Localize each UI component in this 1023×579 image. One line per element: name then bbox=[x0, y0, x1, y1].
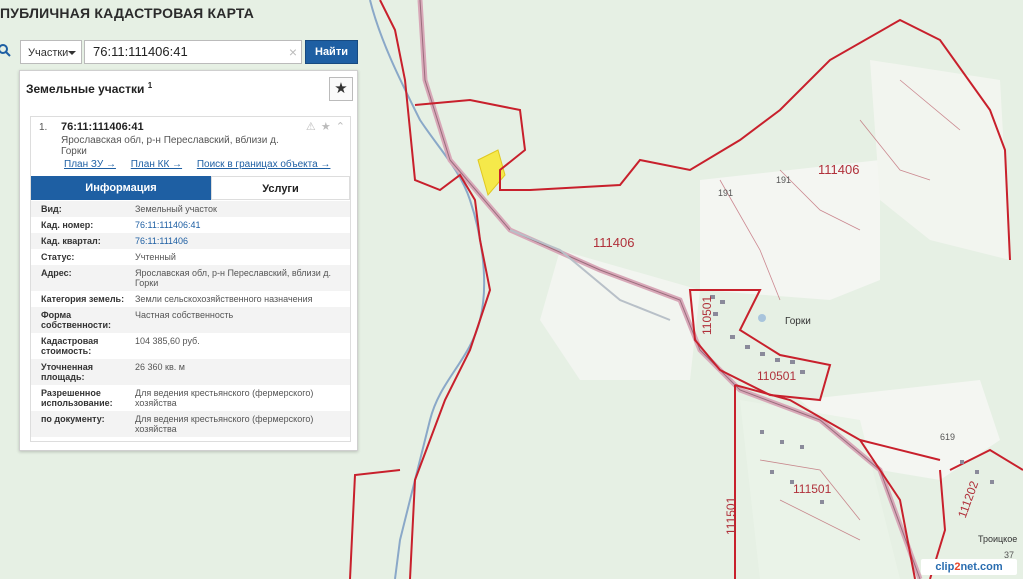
plan-kk-link[interactable]: План КК → bbox=[131, 159, 182, 170]
info-row: Разрешенное использование: Для ведения кр… bbox=[31, 385, 350, 411]
info-row: Кад. номер: 76:11:111406:41 bbox=[31, 217, 350, 233]
info-value-link[interactable]: 76:11:111406:41 bbox=[135, 220, 345, 230]
info-row: Вид: Земельный участок bbox=[31, 201, 350, 217]
panel-title: Земельные участки 1 bbox=[26, 81, 152, 96]
star-icon: ★ bbox=[334, 80, 348, 97]
results-panel: Земельные участки 1 ★ 1. 76:11:111406:41… bbox=[19, 70, 358, 451]
info-value: Земельный участок bbox=[135, 204, 217, 214]
info-value: Для ведения крестьянского (фермерского) … bbox=[135, 414, 314, 434]
info-row: по документу: Для ведения крестьянского (… bbox=[31, 411, 350, 437]
info-row: Категория земель: Земли сельскохозяйствен… bbox=[31, 291, 350, 307]
info-row: Кадастровая стоимость: 104 385,60 руб. bbox=[31, 333, 350, 359]
info-row: Адрес: Ярославская обл, р-н Переславский,… bbox=[31, 265, 350, 291]
info-value: Земли сельскохозяйственного назначения bbox=[135, 294, 313, 304]
chevron-down-icon bbox=[68, 51, 76, 55]
warning-icon[interactable]: ⚠ bbox=[306, 121, 317, 133]
map-label-place: Троицкое bbox=[978, 534, 1018, 544]
watermark-logo: clip2net.com bbox=[921, 559, 1017, 575]
plan-zu-link[interactable]: План ЗУ → bbox=[64, 159, 116, 170]
info-row: Кад. квартал: 76:11:111406 bbox=[31, 233, 350, 249]
search-query-text: 76:11:111406:41 bbox=[93, 44, 188, 59]
card-actions: ⚠ ★ ⌃ bbox=[306, 120, 346, 133]
search-input[interactable]: 76:11:111406:41 × bbox=[84, 40, 302, 64]
panel-title-text: Земельные участки bbox=[26, 82, 145, 96]
tab-services[interactable]: Услуги bbox=[211, 176, 350, 200]
search-icon[interactable] bbox=[0, 44, 12, 58]
collapse-icon[interactable]: ⌃ bbox=[336, 121, 346, 133]
info-table: Вид: Земельный участок Кад. номер: 76:11:1… bbox=[31, 201, 350, 437]
info-key: по документу: bbox=[41, 414, 105, 424]
map-label-parcel: 619 bbox=[940, 432, 956, 442]
info-key: Категория земель: bbox=[41, 294, 125, 304]
clear-icon[interactable]: × bbox=[289, 41, 297, 63]
info-value: 26 360 кв. м bbox=[135, 362, 185, 372]
info-value: Учтенный bbox=[135, 252, 176, 262]
info-key: Вид: bbox=[41, 204, 62, 214]
search-type-label: Участки bbox=[28, 47, 69, 59]
tab-information[interactable]: Информация bbox=[31, 176, 211, 200]
info-row: Уточненная площадь: 26 360 кв. м bbox=[31, 359, 350, 385]
result-address: Ярославская обл, р-н Переславский, вблиз… bbox=[61, 135, 279, 157]
map-label-quarter: 111501 bbox=[793, 482, 832, 496]
info-key: Уточненная площадь: bbox=[41, 362, 93, 382]
info-row: Форма собственности: Частная собственност… bbox=[31, 307, 350, 333]
info-key: Статус: bbox=[41, 252, 75, 262]
info-key: Адрес: bbox=[41, 268, 72, 278]
result-count: 1 bbox=[147, 81, 153, 90]
map-label-quarter: 110501 bbox=[757, 369, 797, 383]
info-value: Ярославская обл, р-н Переславский, вблиз… bbox=[135, 268, 331, 288]
pond bbox=[758, 314, 766, 322]
search-type-select[interactable]: Участки bbox=[20, 40, 82, 64]
result-links: План ЗУ → План КК → Поиск в границах объ… bbox=[64, 159, 342, 170]
star-outline-icon[interactable]: ★ bbox=[321, 121, 332, 133]
map-label-quarter: 110501 bbox=[700, 295, 714, 335]
info-key: Кадастровая стоимость: bbox=[41, 336, 99, 356]
result-index: 1. bbox=[39, 122, 48, 133]
search-bar: Участки 76:11:111406:41 × Найти bbox=[20, 40, 358, 66]
info-value: Частная собственность bbox=[135, 310, 234, 320]
info-value: 104 385,60 руб. bbox=[135, 336, 200, 346]
info-key: Кад. квартал: bbox=[41, 236, 101, 246]
map-label-quarter: 111406 bbox=[593, 235, 635, 250]
favorite-star-button[interactable]: ★ bbox=[329, 77, 353, 101]
result-cadastral-number[interactable]: 76:11:111406:41 bbox=[61, 121, 144, 133]
search-within-link[interactable]: Поиск в границах объекта → bbox=[197, 159, 331, 170]
result-card: 1. 76:11:111406:41 ⚠ ★ ⌃ Ярославская обл… bbox=[30, 116, 351, 442]
map-label-quarter: 111501 bbox=[724, 496, 738, 535]
map-label-parcel: 191 bbox=[776, 175, 792, 185]
info-value-link[interactable]: 76:11:111406 bbox=[135, 236, 345, 246]
info-tabs: Информация Услуги bbox=[31, 176, 350, 200]
map-label-parcel: 191 bbox=[718, 188, 734, 198]
info-key: Разрешенное использование: bbox=[41, 388, 113, 408]
find-button[interactable]: Найти bbox=[305, 40, 358, 64]
info-key: Кад. номер: bbox=[41, 220, 94, 230]
app-title: ПУБЛИЧНАЯ КАДАСТРОВАЯ КАРТА bbox=[0, 5, 255, 21]
map-label-place: Горки bbox=[785, 316, 811, 327]
info-row: Статус: Учтенный bbox=[31, 249, 350, 265]
info-value: Для ведения крестьянского (фермерского) … bbox=[135, 388, 314, 408]
info-key: Форма собственности: bbox=[41, 310, 111, 330]
map-label-quarter: 111406 bbox=[818, 162, 860, 177]
